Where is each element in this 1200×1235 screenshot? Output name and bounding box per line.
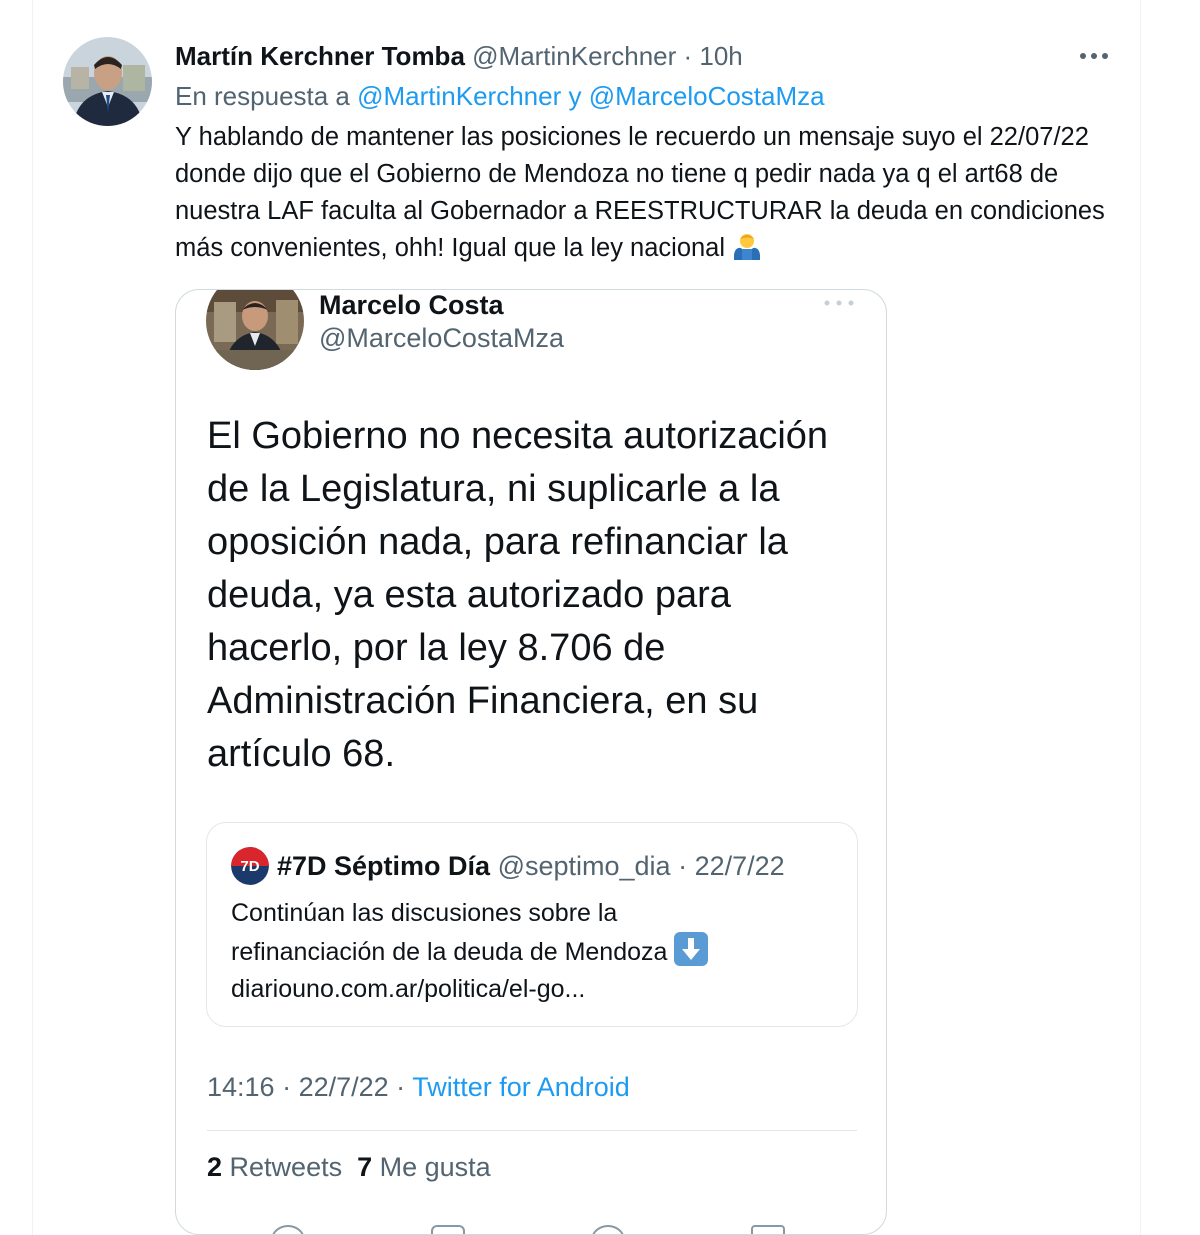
reply-context: En respuesta a @MartinKerchner y @Marcel… (175, 80, 825, 112)
quoted-stats: 2 Retweets 7 Me gusta (207, 1152, 491, 1183)
tweet-header: Martín Kerchner Tomba @MartinKerchner · … (175, 40, 743, 72)
retweets-count: 2 (207, 1152, 223, 1182)
reply-icon (271, 1225, 305, 1234)
inner-quoted-tweet: 7D #7D Séptimo Día @septimo_dia · 22/7/2… (206, 822, 858, 1027)
inner-quote-text: Continúan las discusiones sobre la refin… (231, 895, 831, 1008)
time-separator: · (676, 41, 700, 71)
share-icon (751, 1225, 785, 1234)
inner-quote-header: #7D Séptimo Día @septimo_dia · 22/7/22 (277, 849, 785, 883)
septimo-dia-logo: 7D (231, 847, 269, 885)
inner-date-separator: · (670, 851, 695, 881)
like-icon (591, 1225, 625, 1234)
author-avatar[interactable] (63, 37, 152, 126)
more-options-button[interactable] (1075, 42, 1113, 70)
inner-text-line2-wrap: refinanciación de la deuda de Mendoza (231, 932, 831, 971)
quoted-meta: 14:16 · 22/7/22 · Twitter for Android (207, 1072, 630, 1103)
tweet-time[interactable]: 10h (699, 41, 742, 71)
meta-sep-2: · (388, 1072, 413, 1102)
likes-label: Me gusta (372, 1152, 491, 1182)
inner-author-handle: @septimo_dia (497, 851, 671, 881)
inner-link: diariouno.com.ar/politica/el-go... (231, 975, 586, 1003)
quoted-date: 22/7/22 (298, 1072, 389, 1102)
meta-sep-1: · (274, 1072, 299, 1102)
author-name[interactable]: Martín Kerchner Tomba (175, 41, 465, 71)
inner-text-line1: Continúan las discusiones sobre la (231, 899, 618, 927)
timeline-left-border (32, 0, 33, 1235)
inner-date: 22/7/22 (694, 851, 785, 881)
svg-text:7D: 7D (240, 858, 259, 875)
quoted-source: Twitter for Android (412, 1072, 630, 1102)
reply-mentions[interactable]: @MartinKerchner y @MarceloCostaMza (357, 81, 824, 111)
quoted-author-handle: @MarceloCostaMza (319, 323, 564, 353)
timeline-right-border (1140, 0, 1141, 1235)
tweet-text-content: Y hablando de mantener las posiciones le… (175, 123, 1105, 262)
quoted-time: 14:16 (207, 1072, 275, 1102)
tweet-text: Y hablando de mantener las posiciones le… (175, 119, 1105, 272)
reply-prefix: En respuesta a (175, 81, 358, 111)
stats-divider (207, 1130, 857, 1131)
down-arrow-icon (674, 932, 709, 966)
man-shrugging-emoji (732, 231, 762, 272)
quoted-author-name: Marcelo Costa (319, 290, 504, 320)
retweets-label: Retweets (222, 1152, 343, 1182)
inner-text-line2: refinanciación de la deuda de Mendoza (231, 938, 668, 966)
quoted-tweet-screenshot[interactable]: Marcelo Costa @MarceloCostaMza El Gobier… (175, 289, 887, 1235)
inner-author-name: #7D Séptimo Día (277, 851, 491, 881)
more-horizontal-icon (1080, 53, 1108, 59)
author-handle[interactable]: @MartinKerchner (472, 41, 676, 71)
quoted-more-icon (824, 300, 854, 306)
likes-count: 7 (357, 1152, 373, 1182)
quoted-tweet-text: El Gobierno no necesita autorización de … (207, 415, 829, 775)
retweet-icon (431, 1225, 465, 1234)
quoted-author-avatar (206, 290, 304, 370)
